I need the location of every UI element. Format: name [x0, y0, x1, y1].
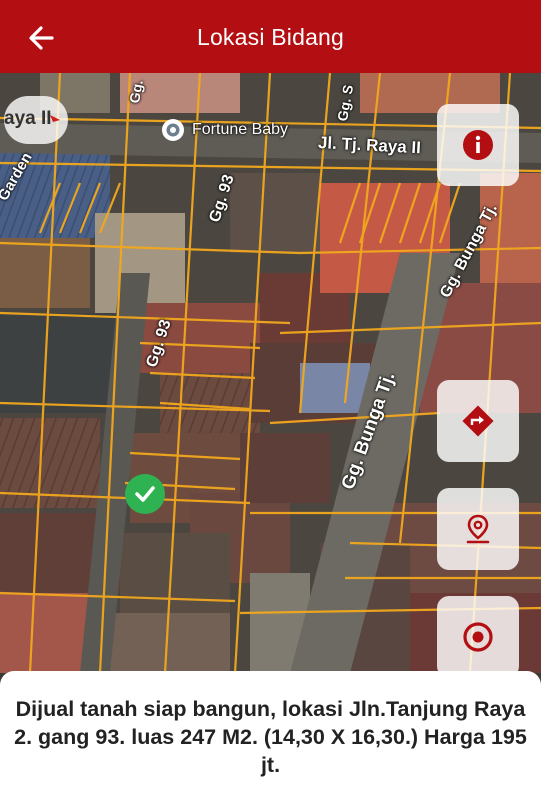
- listing-description-panel: Dijual tanah siap bangun, lokasi Jln.Tan…: [0, 671, 541, 804]
- listing-description: Dijual tanah siap bangun, lokasi Jln.Tan…: [14, 697, 527, 777]
- compass-chip[interactable]: aya II: [4, 96, 68, 144]
- info-icon: [463, 130, 493, 160]
- poi-label: Fortune Baby: [192, 121, 289, 138]
- target-icon: [463, 622, 493, 652]
- compass-icon: [50, 115, 60, 122]
- location-pin-button[interactable]: [437, 488, 519, 570]
- checkmark-icon: [135, 486, 155, 502]
- page-title: Lokasi Bidang: [196, 24, 345, 50]
- poi-marker[interactable]: Fortune Baby: [160, 117, 288, 143]
- directions-icon: [462, 405, 494, 437]
- location-pin-icon: [466, 514, 490, 544]
- selected-parcel-marker[interactable]: [125, 474, 165, 514]
- directions-button[interactable]: [437, 380, 519, 462]
- my-location-button[interactable]: [437, 596, 519, 678]
- info-button[interactable]: [437, 104, 519, 186]
- compass-label: aya II: [4, 108, 52, 129]
- app-bar: Lokasi Bidang: [0, 0, 541, 73]
- poi-pin-icon: [162, 119, 184, 141]
